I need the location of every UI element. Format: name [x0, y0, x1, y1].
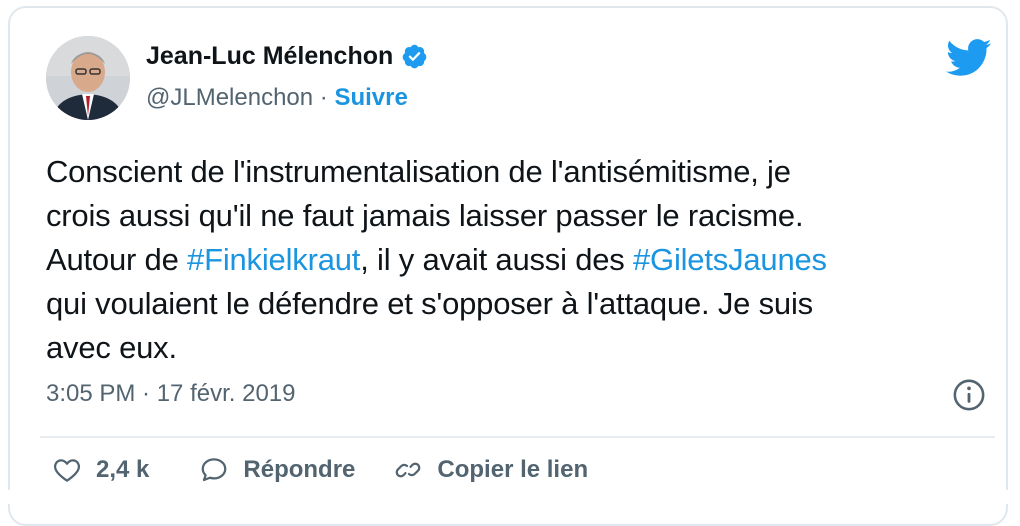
follow-button[interactable]: Suivre: [334, 84, 407, 111]
tweet-text-segment: crois aussi qu'il ne faut jamais laisser…: [46, 198, 804, 233]
tweet-text-segment: avec eux.: [46, 330, 177, 365]
hashtag-link-finkielkraut[interactable]: #Finkielkraut: [187, 242, 360, 277]
tweet-text: Conscient de l'instrumentalisation de l'…: [46, 150, 991, 370]
like-button[interactable]: 2,4 k: [52, 455, 149, 485]
heart-icon: [54, 459, 80, 482]
copy-link-label: Copier le lien: [437, 456, 589, 483]
avatar-photo: [46, 36, 130, 120]
author-name-row: Jean-Luc Mélenchon: [146, 42, 428, 71]
tweet-line: qui voulaient le défendre et s'opposer à…: [46, 282, 991, 326]
reply-label: Répondre: [243, 456, 356, 483]
author-handle[interactable]: @JLMelenchon: [146, 84, 313, 111]
tweet-timestamp[interactable]: 3:05 PM · 17 févr. 2019: [46, 380, 295, 408]
info-icon[interactable]: [952, 378, 986, 412]
author-handle-row: @JLMelenchon · Suivre: [146, 84, 408, 112]
hashtag-link-giletsjaunes[interactable]: #GiletsJaunes: [633, 242, 827, 277]
tweet-line: Autour de #Finkielkraut, il y avait auss…: [46, 238, 991, 282]
tweet-text-segment: Autour de: [46, 242, 188, 277]
reply-button[interactable]: Répondre: [199, 455, 355, 485]
twitter-bird-icon[interactable]: [946, 38, 992, 78]
tweet-text-segment: Conscient de l'instrumentalisation de l'…: [46, 154, 791, 189]
tweet-text-segment: qui voulaient le défendre et s'opposer à…: [46, 286, 813, 321]
avatar[interactable]: [46, 36, 130, 120]
divider: [40, 436, 995, 438]
action-bar: 2,4 k Répondre Copier le lien: [52, 455, 588, 485]
tweet-line: Conscient de l'instrumentalisation de l'…: [46, 150, 991, 194]
like-count: 2,4 k: [96, 456, 150, 483]
card-bottom-edge: [8, 490, 1008, 504]
author-name[interactable]: Jean-Luc Mélenchon: [146, 42, 393, 71]
copy-link-button[interactable]: Copier le lien: [393, 455, 588, 485]
tweet-text-segment: , il y avait aussi des: [360, 242, 633, 277]
reply-bubble-icon: [202, 458, 227, 482]
link-icon: [396, 462, 421, 478]
tweet-line: avec eux.: [46, 326, 991, 370]
tweet-line: crois aussi qu'il ne faut jamais laisser…: [46, 194, 991, 238]
verified-badge-icon: [402, 44, 427, 69]
tweet-card: Jean-Luc Mélenchon @JLMelenchon · Suivre…: [8, 6, 1008, 526]
handle-separator: ·: [319, 84, 328, 111]
